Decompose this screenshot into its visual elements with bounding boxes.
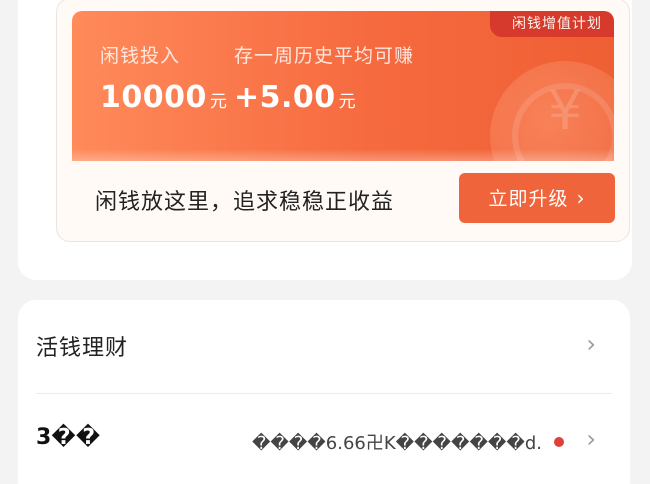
earn-value-row: +5.00 元 xyxy=(234,80,414,115)
promo-panel: ¥ 闲钱增值计划 闲钱投入 10000元 存一周历史平均可赚 +5.00元 xyxy=(56,0,630,242)
upgrade-button-label: 立即升级 xyxy=(488,188,569,210)
earn-unit: 元 xyxy=(338,92,357,112)
earn-value: +5.00 xyxy=(234,80,336,115)
yuan-icon: ¥ xyxy=(547,79,583,142)
promo-slogan: 闲钱放这里，追求稳稳正收益 xyxy=(95,190,395,215)
list-item-title: 3�� xyxy=(36,425,101,450)
plan-badge: 闲钱增值计划 xyxy=(490,11,614,37)
invest-metric: 闲钱投入 10000 元 xyxy=(100,41,227,115)
earn-metric: 存一周历史平均可赚 +5.00 元 xyxy=(234,41,414,115)
page: ¥ 闲钱增值计划 闲钱投入 10000元 存一周历史平均可赚 +5.00元 xyxy=(0,0,650,484)
invest-value-row: 10000 元 xyxy=(100,80,227,115)
upgrade-button[interactable]: 立即升级 › xyxy=(459,173,615,223)
chevron-right-icon: › xyxy=(586,425,596,453)
invest-label: 闲钱投入 xyxy=(100,45,181,67)
promo-banner: ¥ 闲钱增值计划 闲钱投入 10000 元 存一周历史平均可赚 +5.00 元 xyxy=(72,11,614,161)
list-item-title: 活钱理财 xyxy=(36,336,129,361)
list-item-liquid-finance[interactable]: 活钱理财 › xyxy=(18,300,630,390)
divider xyxy=(36,393,612,394)
finance-list-card: 活钱理财 › 3�� ����6.66卍K�������d. › xyxy=(18,300,630,484)
upgrade-card: ¥ 闲钱增值计划 闲钱投入 10000元 存一周历史平均可赚 +5.00元 xyxy=(18,0,632,280)
list-item-value: ����6.66卍K�������d. xyxy=(251,433,542,454)
invest-value: 10000 xyxy=(100,80,207,115)
chevron-right-icon: › xyxy=(576,186,586,210)
earn-label: 存一周历史平均可赚 xyxy=(234,45,415,67)
coin-icon: ¥ xyxy=(490,61,614,161)
notification-dot xyxy=(554,437,564,447)
list-item-secondary[interactable]: 3�� ����6.66卍K�������d. › xyxy=(18,395,630,484)
chevron-right-icon: › xyxy=(586,330,596,358)
invest-unit: 元 xyxy=(209,92,228,112)
